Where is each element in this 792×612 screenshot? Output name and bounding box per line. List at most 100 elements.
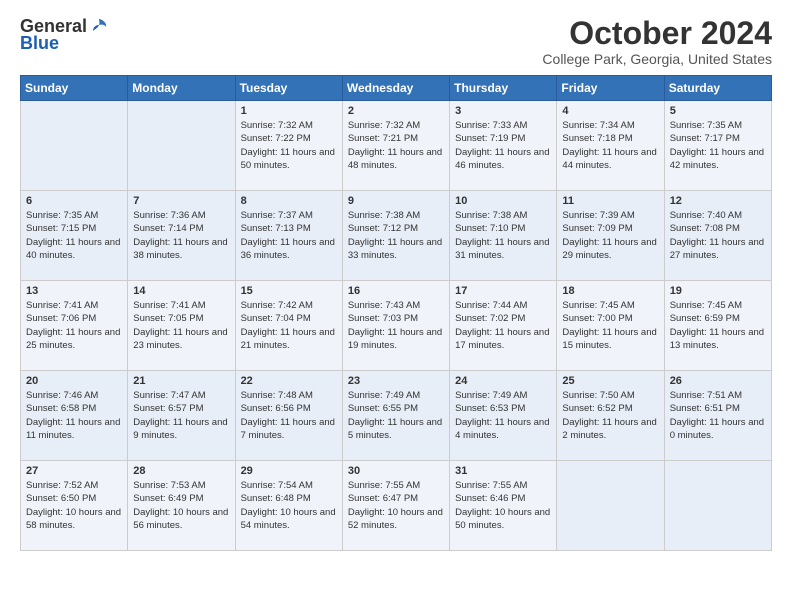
day-number: 12 xyxy=(670,195,766,207)
calendar-week-row: 1 Sunrise: 7:32 AMSunset: 7:22 PMDaylight… xyxy=(21,101,772,191)
calendar-cell: 23 Sunrise: 7:49 AMSunset: 6:55 PMDayligh… xyxy=(342,371,449,461)
calendar-cell: 11 Sunrise: 7:39 AMSunset: 7:09 PMDayligh… xyxy=(557,191,664,281)
day-number: 4 xyxy=(562,105,658,117)
day-number: 26 xyxy=(670,375,766,387)
cell-info: Sunrise: 7:53 AMSunset: 6:49 PMDaylight:… xyxy=(133,479,229,532)
cell-info: Sunrise: 7:38 AMSunset: 7:10 PMDaylight:… xyxy=(455,209,551,262)
cell-info: Sunrise: 7:48 AMSunset: 6:56 PMDaylight:… xyxy=(241,389,337,442)
day-number: 2 xyxy=(348,105,444,117)
calendar-cell xyxy=(664,461,771,551)
day-number: 5 xyxy=(670,105,766,117)
calendar-cell: 22 Sunrise: 7:48 AMSunset: 6:56 PMDayligh… xyxy=(235,371,342,461)
calendar-cell: 17 Sunrise: 7:44 AMSunset: 7:02 PMDayligh… xyxy=(450,281,557,371)
cell-info: Sunrise: 7:54 AMSunset: 6:48 PMDaylight:… xyxy=(241,479,337,532)
cell-info: Sunrise: 7:41 AMSunset: 7:06 PMDaylight:… xyxy=(26,299,122,352)
month-title: October 2024 xyxy=(542,16,772,51)
calendar-cell: 19 Sunrise: 7:45 AMSunset: 6:59 PMDayligh… xyxy=(664,281,771,371)
calendar-cell: 14 Sunrise: 7:41 AMSunset: 7:05 PMDayligh… xyxy=(128,281,235,371)
calendar-cell xyxy=(21,101,128,191)
calendar-cell: 18 Sunrise: 7:45 AMSunset: 7:00 PMDayligh… xyxy=(557,281,664,371)
day-number: 28 xyxy=(133,465,229,477)
cell-info: Sunrise: 7:36 AMSunset: 7:14 PMDaylight:… xyxy=(133,209,229,262)
day-number: 17 xyxy=(455,285,551,297)
day-number: 29 xyxy=(241,465,337,477)
calendar-week-row: 13 Sunrise: 7:41 AMSunset: 7:06 PMDayligh… xyxy=(21,281,772,371)
logo-blue-text: Blue xyxy=(20,33,59,54)
day-number: 1 xyxy=(241,105,337,117)
cell-info: Sunrise: 7:55 AMSunset: 6:46 PMDaylight:… xyxy=(455,479,551,532)
cell-info: Sunrise: 7:35 AMSunset: 7:15 PMDaylight:… xyxy=(26,209,122,262)
weekday-header-monday: Monday xyxy=(128,76,235,101)
calendar-week-row: 6 Sunrise: 7:35 AMSunset: 7:15 PMDaylight… xyxy=(21,191,772,281)
calendar-cell: 29 Sunrise: 7:54 AMSunset: 6:48 PMDayligh… xyxy=(235,461,342,551)
calendar-cell: 1 Sunrise: 7:32 AMSunset: 7:22 PMDaylight… xyxy=(235,101,342,191)
calendar-cell: 13 Sunrise: 7:41 AMSunset: 7:06 PMDayligh… xyxy=(21,281,128,371)
calendar-cell: 5 Sunrise: 7:35 AMSunset: 7:17 PMDaylight… xyxy=(664,101,771,191)
cell-info: Sunrise: 7:41 AMSunset: 7:05 PMDaylight:… xyxy=(133,299,229,352)
page-header: General Blue October 2024 College Park, … xyxy=(20,16,772,67)
cell-info: Sunrise: 7:32 AMSunset: 7:21 PMDaylight:… xyxy=(348,119,444,172)
cell-info: Sunrise: 7:32 AMSunset: 7:22 PMDaylight:… xyxy=(241,119,337,172)
day-number: 22 xyxy=(241,375,337,387)
weekday-header-wednesday: Wednesday xyxy=(342,76,449,101)
day-number: 14 xyxy=(133,285,229,297)
cell-info: Sunrise: 7:39 AMSunset: 7:09 PMDaylight:… xyxy=(562,209,658,262)
calendar-cell xyxy=(128,101,235,191)
cell-info: Sunrise: 7:50 AMSunset: 6:52 PMDaylight:… xyxy=(562,389,658,442)
title-block: October 2024 College Park, Georgia, Unit… xyxy=(542,16,772,67)
day-number: 27 xyxy=(26,465,122,477)
cell-info: Sunrise: 7:34 AMSunset: 7:18 PMDaylight:… xyxy=(562,119,658,172)
calendar-week-row: 20 Sunrise: 7:46 AMSunset: 6:58 PMDayligh… xyxy=(21,371,772,461)
day-number: 23 xyxy=(348,375,444,387)
calendar-cell: 10 Sunrise: 7:38 AMSunset: 7:10 PMDayligh… xyxy=(450,191,557,281)
day-number: 11 xyxy=(562,195,658,207)
calendar-cell: 27 Sunrise: 7:52 AMSunset: 6:50 PMDayligh… xyxy=(21,461,128,551)
cell-info: Sunrise: 7:35 AMSunset: 7:17 PMDaylight:… xyxy=(670,119,766,172)
calendar-week-row: 27 Sunrise: 7:52 AMSunset: 6:50 PMDayligh… xyxy=(21,461,772,551)
day-number: 24 xyxy=(455,375,551,387)
calendar-header-row: SundayMondayTuesdayWednesdayThursdayFrid… xyxy=(21,76,772,101)
cell-info: Sunrise: 7:40 AMSunset: 7:08 PMDaylight:… xyxy=(670,209,766,262)
calendar-cell: 8Sunrise: 7:37 AMSunset: 7:13 PMDaylight… xyxy=(235,191,342,281)
cell-info: Sunrise: 7:52 AMSunset: 6:50 PMDaylight:… xyxy=(26,479,122,532)
calendar-cell: 3 Sunrise: 7:33 AMSunset: 7:19 PMDaylight… xyxy=(450,101,557,191)
cell-info: Sunrise: 7:49 AMSunset: 6:53 PMDaylight:… xyxy=(455,389,551,442)
day-number: 15 xyxy=(241,285,337,297)
cell-info: Sunrise: 7:46 AMSunset: 6:58 PMDaylight:… xyxy=(26,389,122,442)
calendar-cell: 15Sunrise: 7:42 AMSunset: 7:04 PMDayligh… xyxy=(235,281,342,371)
day-number: 3 xyxy=(455,105,551,117)
logo-bird-icon xyxy=(89,17,109,37)
cell-info: Sunrise: 7:55 AMSunset: 6:47 PMDaylight:… xyxy=(348,479,444,532)
weekday-header-thursday: Thursday xyxy=(450,76,557,101)
day-number: 20 xyxy=(26,375,122,387)
day-number: 21 xyxy=(133,375,229,387)
day-number: 10 xyxy=(455,195,551,207)
cell-info: Sunrise: 7:45 AMSunset: 6:59 PMDaylight:… xyxy=(670,299,766,352)
cell-info: Sunrise: 7:43 AMSunset: 7:03 PMDaylight:… xyxy=(348,299,444,352)
calendar-cell: 4 Sunrise: 7:34 AMSunset: 7:18 PMDaylight… xyxy=(557,101,664,191)
cell-info: Sunrise: 7:47 AMSunset: 6:57 PMDaylight:… xyxy=(133,389,229,442)
weekday-header-sunday: Sunday xyxy=(21,76,128,101)
calendar-cell: 26Sunrise: 7:51 AMSunset: 6:51 PMDayligh… xyxy=(664,371,771,461)
calendar-cell: 25Sunrise: 7:50 AMSunset: 6:52 PMDayligh… xyxy=(557,371,664,461)
location-text: College Park, Georgia, United States xyxy=(542,51,772,67)
cell-info: Sunrise: 7:45 AMSunset: 7:00 PMDaylight:… xyxy=(562,299,658,352)
day-number: 6 xyxy=(26,195,122,207)
day-number: 7 xyxy=(133,195,229,207)
cell-info: Sunrise: 7:44 AMSunset: 7:02 PMDaylight:… xyxy=(455,299,551,352)
calendar-cell: 24 Sunrise: 7:49 AMSunset: 6:53 PMDayligh… xyxy=(450,371,557,461)
day-number: 9 xyxy=(348,195,444,207)
calendar-cell: 16 Sunrise: 7:43 AMSunset: 7:03 PMDayligh… xyxy=(342,281,449,371)
calendar-cell: 28 Sunrise: 7:53 AMSunset: 6:49 PMDayligh… xyxy=(128,461,235,551)
day-number: 18 xyxy=(562,285,658,297)
calendar-cell: 31Sunrise: 7:55 AMSunset: 6:46 PMDayligh… xyxy=(450,461,557,551)
weekday-header-tuesday: Tuesday xyxy=(235,76,342,101)
day-number: 16 xyxy=(348,285,444,297)
weekday-header-friday: Friday xyxy=(557,76,664,101)
calendar-cell: 6 Sunrise: 7:35 AMSunset: 7:15 PMDaylight… xyxy=(21,191,128,281)
cell-info: Sunrise: 7:33 AMSunset: 7:19 PMDaylight:… xyxy=(455,119,551,172)
calendar-cell: 9Sunrise: 7:38 AMSunset: 7:12 PMDaylight… xyxy=(342,191,449,281)
day-number: 13 xyxy=(26,285,122,297)
day-number: 19 xyxy=(670,285,766,297)
cell-info: Sunrise: 7:49 AMSunset: 6:55 PMDaylight:… xyxy=(348,389,444,442)
